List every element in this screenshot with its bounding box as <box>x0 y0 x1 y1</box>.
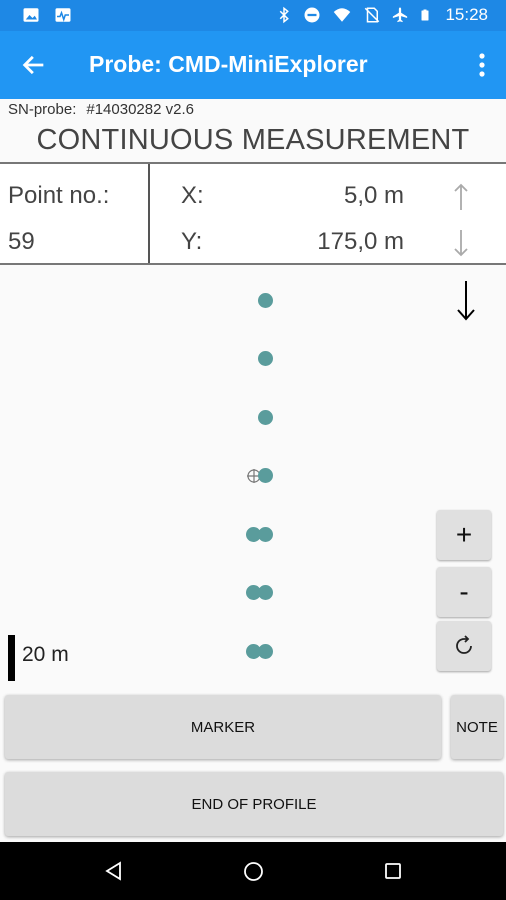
y-value: 175,0 m <box>317 228 404 255</box>
app-bar: Probe: CMD-MiniExplorer <box>0 31 506 99</box>
track-point <box>258 293 273 308</box>
track-point <box>258 644 273 659</box>
note-button[interactable]: NOTE <box>451 695 503 759</box>
zoom-out-button[interactable]: - <box>437 567 491 617</box>
sn-value: #14030282 v2.6 <box>86 101 194 118</box>
activity-icon <box>55 8 71 22</box>
point-value: 59 <box>8 228 35 255</box>
airplane-icon <box>393 7 408 23</box>
page-title: Probe: CMD-MiniExplorer <box>89 51 368 77</box>
app-screen: 15:28 Probe: CMD-MiniExplorer SN-probe: #… <box>0 0 506 900</box>
y-label: Y: <box>181 228 203 255</box>
clock: 15:28 <box>445 5 488 24</box>
bluetooth-icon <box>280 6 290 24</box>
sn-label: SN-probe: <box>8 101 77 118</box>
track-point <box>258 585 273 600</box>
point-label: Point no.: <box>8 182 110 209</box>
dnd-icon <box>304 7 320 23</box>
track-point <box>258 351 273 366</box>
arrow-left-icon[interactable] <box>20 51 48 79</box>
marker-button[interactable]: MARKER <box>5 695 441 759</box>
image-icon <box>23 8 39 22</box>
navigation-bar <box>0 842 506 900</box>
measurement-panel: Point no.: 59 X: 5,0 m Y: 175,0 m <box>0 162 506 265</box>
direction-arrow-down-icon <box>457 281 475 321</box>
scale-bar <box>8 635 15 681</box>
zoom-in-label: + <box>455 519 473 550</box>
panel-divider <box>148 164 150 263</box>
mode-title: CONTINUOUS MEASUREMENT <box>36 124 470 156</box>
no-sim-icon <box>365 7 380 23</box>
end-of-profile-button[interactable]: END OF PROFILE <box>5 772 503 836</box>
scale-label: 20 m <box>22 643 69 666</box>
rotate-button[interactable] <box>437 621 491 671</box>
more-vert-icon[interactable] <box>478 51 486 79</box>
probe-serial: SN-probe: #14030282 v2.6 <box>8 101 194 118</box>
zoom-in-button[interactable]: + <box>437 510 491 560</box>
zoom-out-label: - <box>459 576 469 607</box>
wifi-icon <box>334 8 351 22</box>
battery-icon <box>421 9 429 21</box>
track-point <box>258 468 273 483</box>
arrow-down-icon[interactable] <box>452 228 470 258</box>
x-value: 5,0 m <box>343 182 404 209</box>
x-label: X: <box>181 182 204 209</box>
nav-recents-icon[interactable] <box>384 862 402 880</box>
status-bar: 15:28 <box>0 0 506 31</box>
track-map[interactable]: + - 20 m <box>0 265 506 695</box>
track-point <box>258 410 273 425</box>
rotate-icon <box>456 635 472 654</box>
nav-home-icon[interactable] <box>243 861 264 882</box>
track-point <box>258 527 273 542</box>
arrow-up-icon[interactable] <box>452 182 470 212</box>
nav-back-icon[interactable] <box>104 861 124 881</box>
